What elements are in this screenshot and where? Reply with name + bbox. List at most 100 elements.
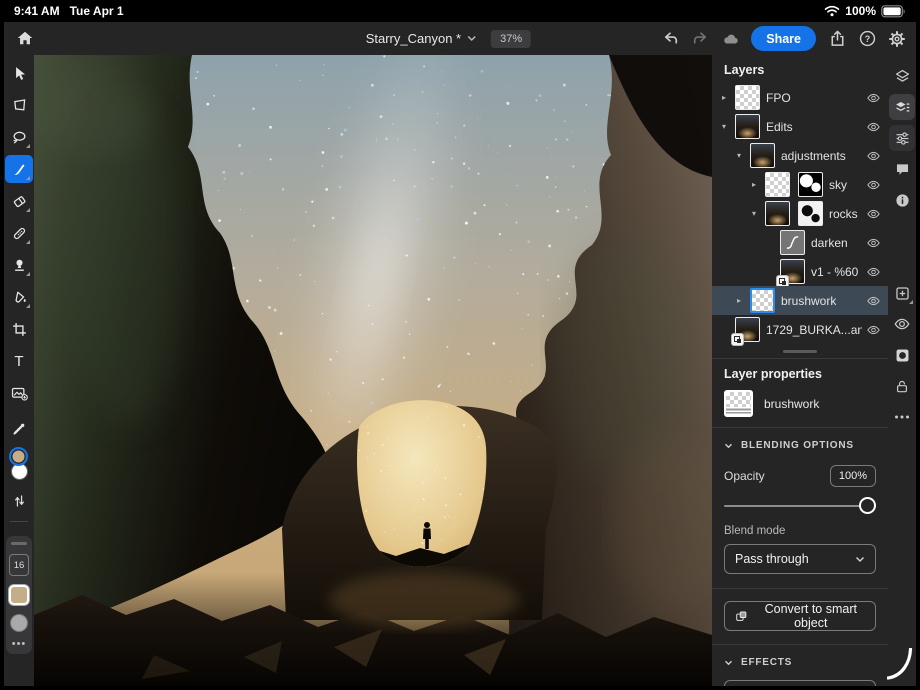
opacity-value-field[interactable]: 100% [830, 465, 876, 487]
disclosure-triangle-icon[interactable]: ▾ [734, 151, 744, 160]
eyedropper-tool[interactable] [5, 415, 33, 443]
healing-brush-tool[interactable] [5, 219, 33, 247]
layer-properties-panel-button[interactable] [889, 94, 915, 120]
zoom-level-chip[interactable]: 37% [491, 30, 531, 48]
home-button[interactable] [12, 25, 38, 51]
layer-visibility-button[interactable] [889, 311, 915, 337]
layer-name: adjustments [781, 149, 846, 163]
blend-mode-dropdown[interactable]: Pass through [724, 544, 876, 574]
selected-layer-thumbnail[interactable] [724, 390, 753, 417]
title-chevron-icon[interactable] [467, 35, 477, 42]
layer-thumbnail[interactable] [750, 288, 775, 313]
add-layer-effect-button[interactable]: fx Add layer effect [724, 680, 876, 686]
brush-size-field[interactable]: 16 [9, 554, 29, 576]
layer-thumbnail[interactable] [765, 172, 790, 197]
place-photo-tool[interactable] [5, 379, 33, 407]
document-title[interactable]: Starry_Canyon * [366, 31, 461, 46]
disclosure-triangle-icon[interactable]: ▾ [719, 122, 729, 131]
help-button[interactable]: ? [854, 26, 880, 52]
fill-tool[interactable] [5, 283, 33, 311]
layer-thumbnail[interactable] [735, 317, 760, 342]
layer-visibility-eye-icon[interactable] [866, 264, 881, 279]
panel-rail [888, 55, 916, 686]
layer-visibility-eye-icon[interactable] [866, 322, 881, 337]
layer-visibility-eye-icon[interactable] [866, 235, 881, 250]
disclosure-triangle-icon[interactable]: ▸ [719, 93, 729, 102]
layer-row[interactable]: 1729_BURKA...anced-NR33 [712, 315, 888, 344]
undo-button[interactable] [657, 26, 683, 52]
redo-button[interactable] [687, 26, 713, 52]
layer-mask-thumbnail[interactable] [798, 201, 823, 226]
adjustments-panel-button[interactable] [889, 125, 915, 151]
panel-divider [712, 588, 888, 589]
canvas-image[interactable] [34, 55, 712, 686]
blending-options-header[interactable]: BLENDING OPTIONS [724, 440, 876, 451]
info-button[interactable] [889, 187, 915, 213]
layer-visibility-eye-icon[interactable] [866, 90, 881, 105]
layer-row[interactable]: ▾ adjustments [712, 141, 888, 170]
chevron-down-icon [724, 660, 733, 666]
layer-thumbnail[interactable] [735, 114, 760, 139]
add-layer-button[interactable] [889, 280, 915, 306]
layer-thumbnail[interactable] [735, 85, 760, 110]
move-tool[interactable] [5, 59, 33, 87]
layer-visibility-eye-icon[interactable] [866, 148, 881, 163]
tool-options-more-button[interactable]: ••• [12, 641, 27, 647]
layer-name: sky [829, 178, 847, 192]
layer-visibility-eye-icon[interactable] [866, 119, 881, 134]
layer-visibility-eye-icon[interactable] [866, 293, 881, 308]
brush-color-swatch[interactable] [9, 585, 29, 605]
layer-name: 1729_BURKA...anced-NR33 [766, 323, 862, 337]
layers-resize-handle[interactable] [783, 350, 817, 353]
opacity-slider[interactable] [724, 497, 876, 515]
layer-mask-thumbnail[interactable] [798, 172, 823, 197]
type-tool[interactable]: T [5, 347, 33, 375]
disclosure-triangle-icon[interactable]: ▸ [734, 296, 744, 305]
more-options-button[interactable] [889, 404, 915, 430]
smart-object-badge [732, 334, 743, 345]
lock-layer-button[interactable] [889, 373, 915, 399]
lasso-tool[interactable] [5, 123, 33, 151]
layer-thumbnail[interactable] [765, 201, 790, 226]
brush-tip-preview[interactable] [10, 614, 28, 632]
panel-divider [712, 644, 888, 645]
share-button[interactable]: Share [751, 26, 816, 51]
layer-row[interactable]: ▸ brushwork [712, 286, 888, 315]
layer-row[interactable]: v1 - %60 [712, 257, 888, 286]
ipad-screen: 9:41 AM Tue Apr 1 100% Starry_Canyon * [0, 0, 920, 690]
foreground-color-swatch[interactable] [9, 447, 28, 466]
crop-tool[interactable] [5, 315, 33, 343]
layers-compact-view-button[interactable] [889, 63, 915, 89]
tool-options-drag-handle[interactable] [11, 542, 27, 545]
color-wells[interactable] [7, 447, 31, 489]
comments-button[interactable] [889, 156, 915, 182]
export-icon[interactable] [824, 26, 850, 52]
layer-row[interactable]: darken [712, 228, 888, 257]
swap-colors-icon[interactable] [12, 493, 27, 514]
layer-row[interactable]: ▾ rocks [712, 199, 888, 228]
brush-tool[interactable] [5, 155, 33, 183]
layer-visibility-eye-icon[interactable] [866, 177, 881, 192]
eraser-tool[interactable] [5, 187, 33, 215]
layer-thumbnail[interactable] [750, 143, 775, 168]
disclosure-triangle-icon[interactable]: ▸ [749, 180, 759, 189]
effects-header[interactable]: EFFECTS [724, 657, 876, 668]
clone-stamp-tool[interactable] [5, 251, 33, 279]
layer-properties-title: Layer properties [724, 359, 876, 383]
transform-tool[interactable] [5, 91, 33, 119]
settings-gear-icon[interactable] [884, 26, 910, 52]
blend-mode-label: Blend mode [724, 525, 876, 537]
layer-mask-button[interactable] [889, 342, 915, 368]
layer-visibility-eye-icon[interactable] [866, 206, 881, 221]
convert-smart-object-button[interactable]: Convert to smart object [724, 601, 876, 631]
layer-thumbnail[interactable] [780, 259, 805, 284]
layer-thumbnail[interactable] [780, 230, 805, 255]
disclosure-triangle-icon[interactable]: ▾ [749, 209, 759, 218]
layer-row[interactable]: ▸ FPO [712, 83, 888, 112]
opacity-slider-knob[interactable] [859, 497, 876, 514]
toolbar-divider [10, 521, 28, 522]
cloud-sync-icon[interactable] [717, 26, 743, 52]
status-time: 9:41 AM [14, 4, 60, 18]
layer-row[interactable]: ▸ sky [712, 170, 888, 199]
layer-row[interactable]: ▾ Edits [712, 112, 888, 141]
